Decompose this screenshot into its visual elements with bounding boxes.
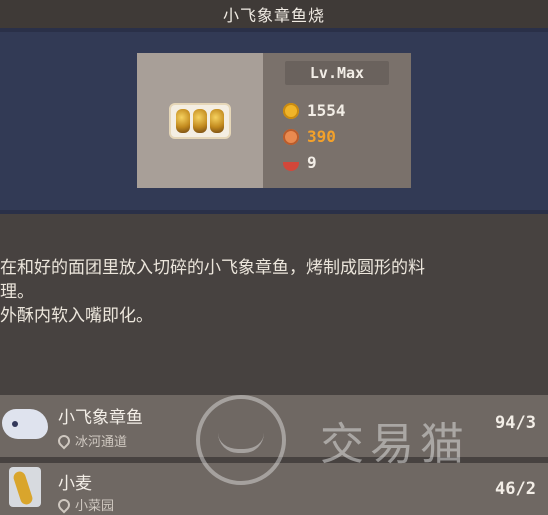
page-title: 小飞象章鱼烧 [222, 6, 325, 25]
dish-banner: Lv.Max 1554 390 9 [0, 28, 548, 214]
location-pin-icon [55, 496, 73, 513]
servings-stat: 9 [283, 153, 317, 172]
bowl-icon [283, 154, 299, 171]
ingredient-row[interactable]: 小飞象章鱼 冰河通道 94/3 [0, 395, 548, 457]
title-bar: 小飞象章鱼烧 [0, 0, 548, 28]
description-line: 理。 [0, 282, 34, 302]
ingredient-count: 94/3 [495, 413, 536, 433]
ingredient-row[interactable]: 小麦 小菜园 46/2 [0, 463, 548, 515]
coin-icon [283, 102, 299, 119]
popularity-icon [283, 128, 299, 145]
ingredient-name: 小飞象章鱼 [58, 408, 143, 428]
location-text: 冰河通道 [75, 435, 128, 450]
location-text: 小菜园 [75, 499, 115, 514]
description-line: 外酥内软入嘴即化。 [0, 306, 153, 326]
ingredient-location: 小菜园 [55, 495, 115, 514]
price-value: 1554 [307, 101, 346, 120]
location-pin-icon [55, 432, 73, 449]
dish-stats-panel: Lv.Max 1554 390 9 [263, 53, 411, 188]
wheat-icon [0, 467, 50, 507]
ingredient-location: 冰河通道 [55, 431, 128, 450]
ingredient-count: 46/2 [495, 479, 536, 499]
dish-description: 在和好的面团里放入切碎的小飞象章鱼，烤制成圆形的料 理。 外酥内软入嘴即化。 [0, 256, 548, 328]
ingredient-name: 小麦 [58, 474, 92, 494]
popularity-stat: 390 [283, 127, 336, 146]
takoyaki-icon [169, 102, 231, 139]
popularity-value: 390 [307, 127, 336, 146]
dish-image [137, 53, 263, 188]
description-line: 在和好的面团里放入切碎的小飞象章鱼，烤制成圆形的料 [0, 258, 425, 278]
dumbo-octopus-icon [0, 409, 50, 439]
servings-value: 9 [307, 153, 317, 172]
price-stat: 1554 [283, 101, 346, 120]
level-badge: Lv.Max [285, 61, 389, 85]
